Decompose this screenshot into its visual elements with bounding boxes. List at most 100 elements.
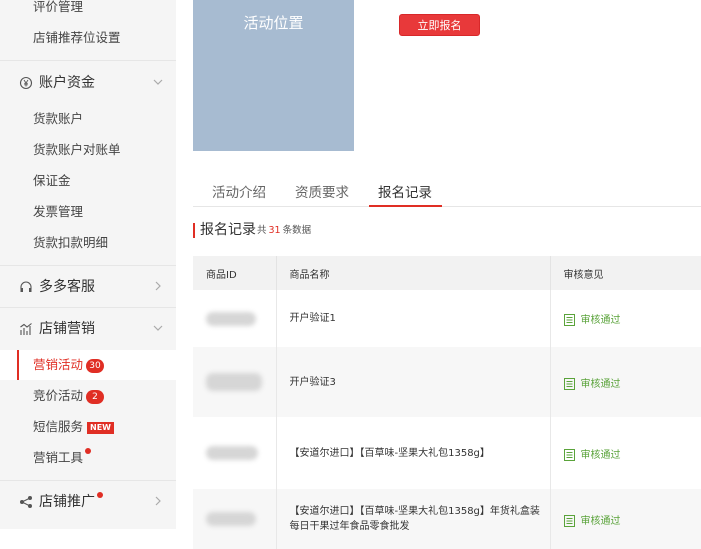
divider bbox=[0, 480, 176, 481]
review-status[interactable]: 审核通过 bbox=[563, 314, 621, 326]
document-icon bbox=[563, 314, 575, 326]
chevron-right-icon bbox=[155, 496, 161, 506]
tab-signup-records[interactable]: 报名记录 bbox=[378, 184, 432, 206]
product-id-cell bbox=[193, 290, 277, 347]
redacted-id bbox=[206, 373, 262, 391]
sidebar-group-customer-service[interactable]: 多多客服 bbox=[0, 269, 176, 305]
review-cell: 审核通过 bbox=[550, 290, 701, 347]
records-table: 商品ID 商品名称 审核意见 开户验证1 审核通过 开户验证3 审核通过 【安道… bbox=[193, 256, 701, 549]
sidebar-item-label: 保证金 bbox=[33, 173, 71, 188]
table-row: 【安道尔进口】【百草味-坚果大礼包1358g】 审核通过 bbox=[193, 417, 701, 489]
product-name-cell: 开户验证3 bbox=[276, 347, 551, 417]
share-icon bbox=[20, 496, 32, 508]
product-name-cell: 开户验证1 bbox=[276, 290, 551, 347]
redacted-id bbox=[206, 512, 256, 526]
sidebar-item-store-recommend[interactable]: 店铺推荐位设置 bbox=[33, 28, 121, 48]
notification-dot bbox=[85, 448, 92, 454]
document-icon bbox=[563, 448, 575, 461]
divider bbox=[0, 307, 176, 308]
review-cell: 审核通过 bbox=[550, 417, 701, 489]
notification-dot bbox=[97, 492, 103, 498]
sidebar-item-label: 货款账户对账单 bbox=[33, 142, 121, 157]
yen-circle-icon bbox=[19, 76, 33, 90]
sidebar-item-label: 营销活动 bbox=[33, 357, 84, 372]
count-badge: 2 bbox=[86, 390, 105, 404]
sidebar-item-invoice[interactable]: 发票管理 bbox=[0, 197, 176, 227]
headset-icon bbox=[20, 281, 32, 292]
sidebar-group-marketing[interactable]: 店铺营销 bbox=[0, 311, 176, 347]
sidebar-item-reviews[interactable]: 评价管理 bbox=[33, 0, 83, 17]
activity-image-label: 活动位置 bbox=[243, 14, 304, 32]
sidebar-item-label-wrap: 营销活动 30 bbox=[33, 355, 105, 375]
sidebar-item-label: 竞价活动 bbox=[33, 388, 84, 403]
review-status[interactable]: 审核通过 bbox=[563, 377, 621, 390]
sidebar-group-label: 账户资金 bbox=[39, 75, 95, 91]
active-tab-underline bbox=[369, 205, 442, 207]
divider bbox=[0, 265, 176, 266]
product-id-cell bbox=[193, 489, 277, 549]
signup-button[interactable]: 立即报名 bbox=[399, 14, 480, 36]
chevron-right-icon bbox=[155, 281, 161, 291]
sidebar-item-marketing-tools[interactable]: 营销工具 bbox=[0, 443, 176, 473]
product-name-cell: 【安道尔进口】【百草味-坚果大礼包1358g】年货礼盒装每日干果过年食品零食批发 bbox=[276, 489, 551, 549]
sidebar-item-payment-statement[interactable]: 货款账户对账单 bbox=[0, 135, 176, 165]
review-status-label: 审核通过 bbox=[580, 378, 621, 390]
table-header-row: 商品ID 商品名称 审核意见 bbox=[193, 256, 701, 290]
records-title: 报名记录 bbox=[200, 222, 256, 238]
count-prefix: 共 bbox=[257, 225, 267, 236]
column-header-name: 商品名称 bbox=[276, 256, 551, 290]
sidebar-item-label: 发票管理 bbox=[33, 204, 84, 219]
main-content: 活动位置 立即报名 活动介绍 资质要求 报名记录 报名记录 共 31 条数据 商品I… bbox=[176, 0, 701, 549]
chevron-down-icon bbox=[153, 325, 163, 331]
sidebar-item-label: 货款账户 bbox=[33, 111, 84, 126]
sidebar-item-sms[interactable]: 短信服务 NEW bbox=[0, 412, 176, 442]
tab-activity-intro[interactable]: 活动介绍 bbox=[212, 184, 266, 206]
product-name-cell: 【安道尔进口】【百草味-坚果大礼包1358g】 bbox=[276, 417, 551, 489]
sidebar-item-label: 营销工具 bbox=[33, 450, 84, 465]
sidebar: 评价管理 店铺推荐位设置 账户资金 货款账户 货款账户对账单 保证金 发票管理 … bbox=[0, 0, 176, 529]
tabs-divider bbox=[193, 206, 701, 207]
section-marker bbox=[193, 223, 195, 238]
sidebar-group-funds[interactable]: 账户资金 bbox=[0, 65, 176, 101]
review-cell: 审核通过 bbox=[550, 489, 701, 549]
sidebar-item-label: 货款扣款明细 bbox=[33, 235, 109, 250]
chart-icon bbox=[20, 323, 32, 335]
review-status-label: 审核通过 bbox=[580, 449, 621, 461]
sidebar-item-deduction-detail[interactable]: 货款扣款明细 bbox=[0, 228, 176, 258]
document-icon bbox=[563, 377, 575, 390]
divider bbox=[0, 60, 176, 61]
sidebar-item-marketing-activity[interactable]: 营销活动 30 bbox=[0, 350, 176, 380]
sidebar-group-label: 店铺推广 bbox=[39, 494, 95, 510]
redacted-id bbox=[206, 311, 256, 326]
count-number: 31 bbox=[268, 225, 281, 236]
product-id-cell bbox=[193, 417, 277, 489]
sidebar-item-label-wrap: 短信服务 NEW bbox=[33, 417, 114, 437]
column-header-review: 审核意见 bbox=[550, 256, 701, 290]
product-id-cell bbox=[193, 347, 277, 417]
table-row: 【安道尔进口】【百草味-坚果大礼包1358g】年货礼盒装每日干果过年食品零食批发… bbox=[193, 489, 701, 549]
count-suffix: 条数据 bbox=[282, 225, 312, 236]
sidebar-group-label: 多多客服 bbox=[39, 279, 95, 295]
redacted-id bbox=[206, 446, 258, 460]
records-count: 共 31 条数据 bbox=[257, 224, 311, 238]
review-status[interactable]: 审核通过 bbox=[563, 448, 621, 461]
review-status[interactable]: 审核通过 bbox=[563, 514, 621, 527]
sidebar-item-label-wrap: 营销工具 bbox=[33, 448, 92, 468]
active-indicator bbox=[17, 350, 19, 380]
sidebar-item-payment-account[interactable]: 货款账户 bbox=[0, 104, 176, 134]
chevron-down-icon bbox=[153, 79, 163, 85]
review-cell: 审核通过 bbox=[550, 347, 701, 417]
tab-qualification[interactable]: 资质要求 bbox=[295, 184, 349, 206]
sidebar-group-label-wrap: 店铺推广 bbox=[39, 492, 103, 512]
table-row: 开户验证3 审核通过 bbox=[193, 347, 701, 417]
review-status-label: 审核通过 bbox=[580, 315, 621, 326]
new-badge: NEW bbox=[87, 422, 114, 434]
table-row: 开户验证1 审核通过 bbox=[193, 290, 701, 347]
sidebar-item-bidding[interactable]: 竞价活动 2 bbox=[0, 381, 176, 411]
document-icon bbox=[563, 514, 575, 527]
sidebar-group-promotion[interactable]: 店铺推广 bbox=[0, 484, 176, 520]
sidebar-item-deposit[interactable]: 保证金 bbox=[0, 166, 176, 196]
count-badge: 30 bbox=[86, 359, 105, 373]
sidebar-item-label-wrap: 竞价活动 2 bbox=[33, 386, 105, 406]
sidebar-item-label: 短信服务 bbox=[33, 419, 84, 434]
